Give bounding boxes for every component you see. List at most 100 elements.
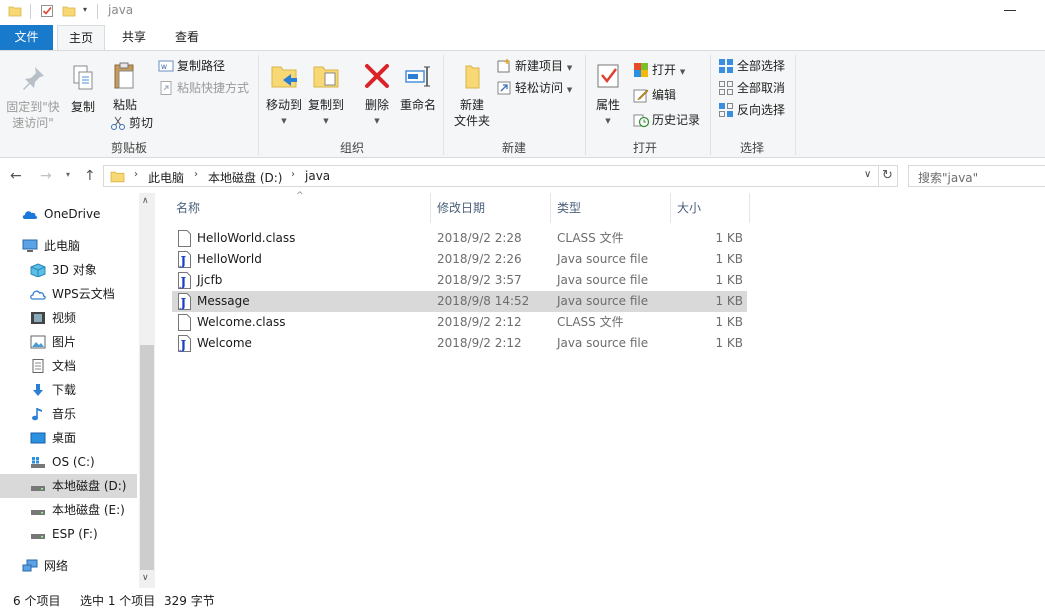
edit-button[interactable]: 编辑 (633, 86, 676, 104)
music-note-icon (32, 408, 42, 421)
column-header-type[interactable]: 类型 (551, 193, 670, 223)
minimize-icon[interactable] (1004, 10, 1016, 11)
properties-button[interactable]: 属性 ▼ (591, 61, 625, 129)
scissors-icon (111, 116, 125, 130)
selected-size: 329 字节 (164, 594, 215, 608)
scroll-up-icon[interactable]: ∧ (142, 196, 149, 206)
nav-item-pictures[interactable]: 图片 (0, 330, 137, 354)
nav-item-drive-d[interactable]: 本地磁盘 (D:) (0, 474, 137, 498)
pin-quick-access-button[interactable]: 固定到"快 速访问" (4, 63, 62, 131)
nav-item-videos[interactable]: 视频 (0, 306, 137, 330)
svg-text:W: W (161, 64, 167, 71)
java-file-icon: J (178, 335, 191, 352)
invert-selection-icon (719, 103, 733, 117)
file-list-header: ^ 名称 修改日期 类型 大小 (170, 191, 750, 223)
ribbon-tabs: 文件 主页 共享 查看 (0, 25, 1045, 51)
cloud-outline-icon (30, 290, 46, 300)
nav-item-3d-objects[interactable]: 3D 对象 (0, 258, 137, 282)
column-header-date[interactable]: 修改日期 (431, 193, 550, 223)
paste-shortcut-button[interactable]: 粘贴快捷方式 (158, 79, 249, 97)
copy-to-button[interactable]: 复制到 ▼ (306, 61, 346, 129)
tab-home[interactable]: 主页 (57, 25, 105, 51)
easy-access-icon (497, 81, 511, 95)
nav-item-wps-cloud[interactable]: WPS云文档 (0, 282, 137, 306)
cube-icon (30, 263, 46, 277)
nav-scrollbar-thumb[interactable] (140, 345, 154, 570)
select-none-button[interactable]: 全部取消 (718, 79, 785, 97)
open-button[interactable]: 打开 ▼ (633, 61, 685, 79)
delete-button[interactable]: 删除 ▼ (360, 61, 394, 129)
forward-arrow-icon[interactable]: → (40, 168, 52, 184)
properties-icon (597, 64, 619, 88)
open-group-label: 打开 (632, 141, 657, 155)
history-button[interactable]: 历史记录 (633, 111, 700, 129)
breadcrumb-drive-d[interactable]: 本地磁盘 (D:) (208, 169, 282, 186)
file-row-selected[interactable]: J Message 2018/9/8 14:52 Java source fil… (172, 291, 747, 312)
open-app-icon (634, 63, 648, 77)
copy-icon (73, 65, 93, 90)
nav-item-desktop[interactable]: 桌面 (0, 426, 137, 450)
easy-access-button[interactable]: 轻松访问 ▼ (496, 79, 572, 97)
java-file-icon: J (178, 251, 191, 268)
copy-path-button[interactable]: W 复制路径 (158, 57, 225, 75)
recent-locations-dropdown-icon[interactable]: ▾ (66, 170, 70, 179)
file-row[interactable]: Welcome.class 2018/9/2 2:12 CLASS 文件 1 K… (172, 312, 747, 333)
rename-button[interactable]: 重命名 (398, 61, 438, 113)
nav-item-downloads[interactable]: 下载 (0, 378, 137, 402)
nav-item-documents[interactable]: 文档 (0, 354, 137, 378)
system-drive-icon (31, 457, 45, 468)
back-arrow-icon[interactable]: ← (10, 168, 22, 184)
navigation-pane: OneDrive 此电脑 3D 对象 WPS云文档 视频 图片 文档 下载 音乐… (0, 193, 155, 588)
address-history-dropdown-icon[interactable]: ∨ (864, 169, 871, 180)
properties-icon[interactable] (40, 4, 54, 18)
new-folder-button[interactable]: 新建 文件夹 (450, 61, 494, 129)
nav-item-network[interactable]: 网络 (0, 554, 137, 578)
breadcrumb-separator-icon[interactable]: › (194, 169, 198, 180)
up-arrow-icon[interactable]: ↑ (84, 168, 96, 184)
refresh-icon[interactable]: ↻ (878, 165, 898, 187)
tab-view[interactable]: 查看 (165, 25, 209, 50)
title-bar: ▾ java (0, 0, 1045, 24)
nav-item-drive-f[interactable]: ESP (F:) (0, 522, 137, 546)
select-none-icon (719, 81, 733, 95)
item-count: 6 个项目 (13, 594, 61, 608)
breadcrumb-separator-icon[interactable]: › (134, 169, 138, 180)
copy-button[interactable]: 复制 (66, 63, 100, 115)
history-clock-icon (633, 114, 649, 128)
invert-selection-button[interactable]: 反向选择 (718, 101, 785, 119)
search-input[interactable]: 搜索"java" (908, 165, 1045, 187)
cut-button[interactable]: 剪切 (110, 114, 153, 132)
column-header-name[interactable]: 名称 (170, 193, 430, 223)
nav-item-music[interactable]: 音乐 (0, 402, 137, 426)
paste-button[interactable]: 粘贴 (108, 61, 142, 113)
document-icon (32, 359, 44, 373)
select-all-button[interactable]: 全部选择 (718, 57, 785, 75)
cloud-icon (22, 211, 38, 219)
file-row[interactable]: HelloWorld.class 2018/9/2 2:28 CLASS 文件 … (172, 228, 747, 249)
column-header-size[interactable]: 大小 (671, 193, 749, 223)
drive-icon (31, 510, 45, 515)
nav-item-drive-c[interactable]: OS (C:) (0, 450, 137, 474)
breadcrumb-separator-icon[interactable]: › (291, 169, 295, 180)
svg-text:J: J (180, 338, 187, 352)
file-row[interactable]: J Welcome 2018/9/2 2:12 Java source file… (172, 333, 747, 354)
edit-pencil-icon (633, 89, 649, 103)
tab-file[interactable]: 文件 (0, 25, 53, 50)
tab-share[interactable]: 共享 (112, 25, 156, 50)
nav-item-onedrive[interactable]: OneDrive (0, 202, 137, 226)
organize-group-label: 组织 (339, 141, 364, 155)
scroll-down-icon[interactable]: ∨ (142, 573, 149, 583)
nav-item-this-pc[interactable]: 此电脑 (0, 234, 137, 258)
new-item-button[interactable]: 新建项目 ▼ (496, 57, 572, 75)
file-row[interactable]: J Jjcfb 2018/9/2 3:57 Java source file 1… (172, 270, 747, 291)
desktop-icon (30, 432, 46, 444)
address-bar[interactable]: › 此电脑 › 本地磁盘 (D:) › java ∨ (103, 165, 879, 187)
new-folder-icon[interactable] (62, 4, 76, 18)
copy-path-icon: W (158, 60, 174, 72)
breadcrumb-this-pc[interactable]: 此电脑 (148, 169, 184, 186)
breadcrumb-java[interactable]: java (305, 169, 330, 183)
file-row[interactable]: J HelloWorld 2018/9/2 2:26 Java source f… (172, 249, 747, 270)
move-to-button[interactable]: 移动到 ▼ (264, 61, 304, 129)
customize-toolbar-dropdown-icon[interactable]: ▾ (83, 5, 87, 14)
nav-item-drive-e[interactable]: 本地磁盘 (E:) (0, 498, 137, 522)
